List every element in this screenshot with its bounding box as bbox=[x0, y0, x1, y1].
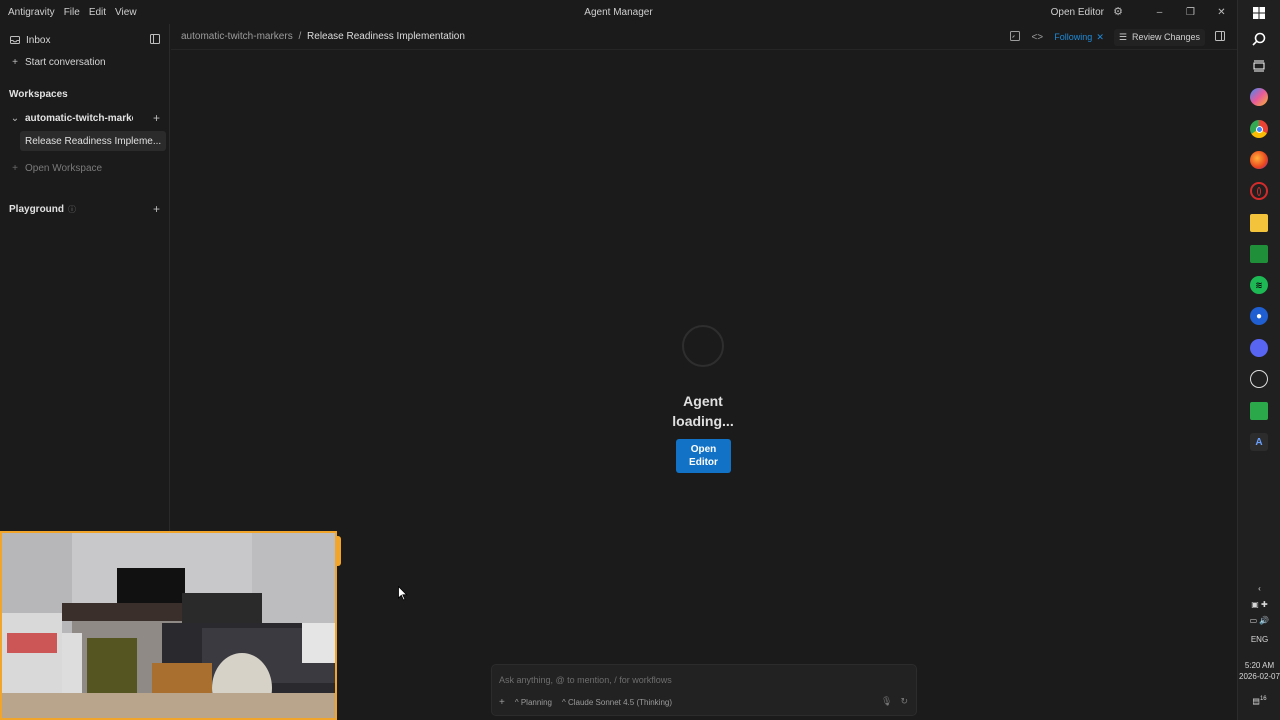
review-changes-button[interactable]: ☰ Review Changes bbox=[1113, 28, 1205, 46]
workspace-name: automatic-twitch-marker bbox=[25, 112, 133, 124]
webcam-edge-tab bbox=[336, 536, 341, 566]
start-conversation-label: Start conversation bbox=[25, 56, 106, 68]
following-toggle[interactable]: Following ✕ bbox=[1054, 32, 1104, 43]
file-explorer-icon[interactable] bbox=[1250, 214, 1268, 232]
mouse-cursor-icon bbox=[398, 586, 408, 601]
breadcrumb-separator: / bbox=[298, 31, 302, 42]
terminal-app-icon[interactable] bbox=[1250, 402, 1268, 420]
location-app-icon[interactable]: ● bbox=[1250, 307, 1268, 325]
menu-antigravity[interactable]: Antigravity bbox=[8, 7, 55, 18]
sidebar-toggle-icon[interactable] bbox=[150, 33, 160, 47]
plus-icon: + bbox=[12, 56, 18, 68]
inbox-item[interactable]: Inbox bbox=[0, 29, 170, 51]
antigravity-icon[interactable]: A bbox=[1250, 433, 1268, 451]
panel-icon[interactable] bbox=[1008, 30, 1022, 44]
mode-label: Planning bbox=[520, 698, 552, 707]
windows-start-icon[interactable] bbox=[1250, 4, 1268, 22]
open-workspace-item[interactable]: + Open Workspace bbox=[0, 157, 170, 179]
loading-spinner bbox=[682, 325, 724, 367]
loading-line-1: Agent bbox=[683, 393, 723, 409]
split-panel-icon[interactable] bbox=[1213, 30, 1227, 44]
opera-icon[interactable] bbox=[1250, 182, 1268, 200]
copilot-icon[interactable] bbox=[1250, 88, 1268, 106]
webcam-feed-image bbox=[2, 533, 335, 718]
restore-icon[interactable]: ❐ bbox=[1175, 0, 1206, 24]
conversation-item-active[interactable]: Release Readiness Impleme... bbox=[20, 131, 166, 151]
model-selector[interactable]: ^ Claude Sonnet 4.5 (Thinking) bbox=[562, 698, 672, 707]
menu-view[interactable]: View bbox=[115, 7, 137, 18]
tray-icons[interactable]: ▣ ✚ bbox=[1238, 600, 1280, 609]
model-label: Claude Sonnet 4.5 (Thinking) bbox=[567, 698, 673, 707]
refresh-icon[interactable]: ↻ bbox=[900, 696, 908, 707]
attach-plus-icon[interactable]: + bbox=[499, 697, 505, 708]
microphone-icon[interactable]: 🎙 bbox=[881, 696, 892, 707]
breadcrumb-workspace[interactable]: automatic-twitch-markers bbox=[181, 31, 293, 42]
notification-count: 16 bbox=[1259, 696, 1267, 702]
plus-icon: + bbox=[12, 162, 18, 174]
breadcrumb: automatic-twitch-markers / Release Readi… bbox=[171, 31, 465, 42]
agent-loading-text: Agent loading... bbox=[640, 391, 766, 431]
inbox-icon bbox=[10, 35, 20, 45]
chevron-down-icon[interactable]: ⌄ bbox=[10, 113, 20, 124]
following-label: Following bbox=[1054, 32, 1093, 42]
start-conversation-item[interactable]: + Start conversation bbox=[0, 51, 170, 73]
notification-center-icon[interactable]: ▤16 bbox=[1238, 696, 1280, 706]
add-playground-icon[interactable]: + bbox=[153, 202, 160, 216]
sheets-icon[interactable] bbox=[1250, 245, 1268, 263]
firefox-icon[interactable] bbox=[1250, 151, 1268, 169]
add-conversation-icon[interactable]: + bbox=[153, 111, 160, 125]
close-following-icon[interactable]: ✕ bbox=[1096, 32, 1104, 43]
workspaces-heading: Workspaces bbox=[9, 88, 68, 100]
open-workspace-label: Open Workspace bbox=[25, 162, 103, 174]
task-view-icon[interactable] bbox=[1250, 57, 1268, 75]
open-editor-line-1: Open bbox=[690, 444, 717, 455]
code-icon[interactable]: <> bbox=[1030, 32, 1044, 43]
inbox-label: Inbox bbox=[26, 34, 51, 46]
playground-label: Playground bbox=[9, 203, 65, 215]
loading-line-2: loading... bbox=[672, 413, 734, 429]
webcam-overlay bbox=[0, 531, 337, 720]
chevron-left-icon[interactable]: ‹ bbox=[1238, 584, 1280, 593]
breadcrumb-current: Release Readiness Implementation bbox=[307, 31, 465, 42]
clock-time[interactable]: 5:20 AM bbox=[1238, 661, 1280, 670]
spotify-icon[interactable]: ≋ bbox=[1250, 276, 1268, 294]
taskbar: ≋ ● A ‹ ▣ ✚ ▭ 🔊 ENG 5:20 AM 2026-02-07 ▤… bbox=[1237, 0, 1280, 720]
obs-icon[interactable] bbox=[1250, 370, 1268, 388]
clock-date[interactable]: 2026-02-07 bbox=[1238, 672, 1280, 681]
playground-item[interactable]: Playground ⓘ + bbox=[0, 198, 170, 220]
menu-edit[interactable]: Edit bbox=[89, 7, 106, 18]
info-icon[interactable]: ⓘ bbox=[68, 204, 76, 215]
list-icon: ☰ bbox=[1118, 31, 1127, 42]
chrome-icon[interactable] bbox=[1250, 120, 1268, 138]
open-editor-button[interactable]: Open Editor bbox=[676, 439, 731, 473]
menu-bar: Antigravity File Edit View bbox=[0, 7, 137, 18]
open-editor-link[interactable]: Open Editor bbox=[1051, 7, 1104, 18]
menu-file[interactable]: File bbox=[64, 7, 80, 18]
close-icon[interactable]: ✕ bbox=[1206, 0, 1237, 24]
workspace-item[interactable]: ⌄ automatic-twitch-marker + bbox=[0, 107, 170, 129]
main-header: automatic-twitch-markers / Release Readi… bbox=[171, 24, 1237, 50]
mode-selector[interactable]: ^ Planning bbox=[515, 698, 552, 707]
language-indicator[interactable]: ENG bbox=[1238, 635, 1280, 644]
discord-icon[interactable] bbox=[1250, 339, 1268, 357]
minimize-icon[interactable]: – bbox=[1144, 0, 1175, 24]
settings-gear-icon[interactable]: ⚙ bbox=[1112, 6, 1124, 18]
search-icon[interactable] bbox=[1250, 30, 1268, 48]
network-volume-icon[interactable]: ▭ 🔊 bbox=[1238, 616, 1280, 625]
open-editor-line-2: Editor bbox=[689, 457, 718, 468]
title-bar: Antigravity File Edit View Agent Manager… bbox=[0, 0, 1237, 24]
chat-composer: + ^ Planning ^ Claude Sonnet 4.5 (Thinki… bbox=[491, 664, 917, 716]
chat-input[interactable] bbox=[499, 672, 899, 688]
review-changes-label: Review Changes bbox=[1131, 32, 1200, 42]
